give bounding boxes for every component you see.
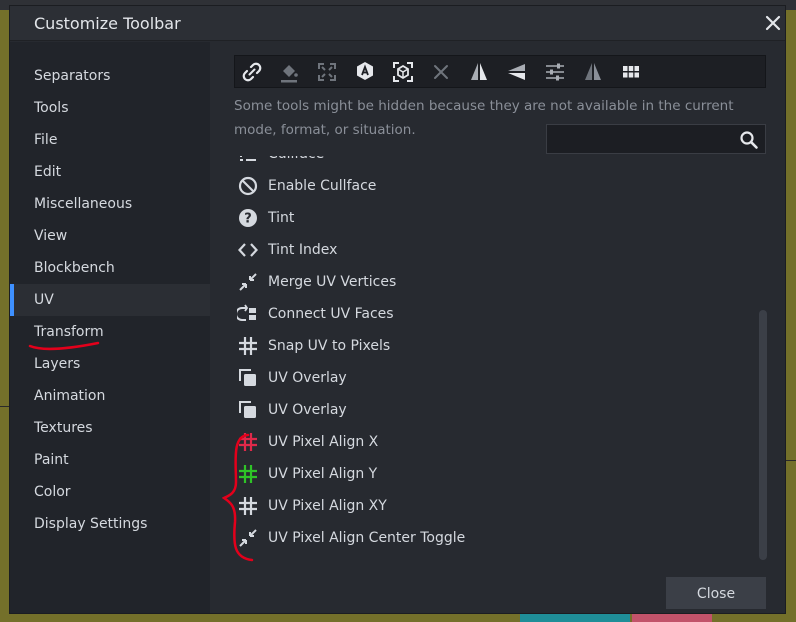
dialog-titlebar: Customize Toolbar	[10, 6, 785, 41]
list-item-tint-index[interactable]: Tint Index	[234, 234, 744, 266]
sidebar-item-animation[interactable]: Animation	[10, 380, 210, 412]
svg-text:?: ?	[244, 212, 252, 227]
triangle-mirror-icon[interactable]	[581, 60, 605, 84]
tool-list: Cullface Enable Cullface ? Tint Tint Ind…	[234, 156, 754, 570]
sidebar-item-color[interactable]: Color	[10, 476, 210, 508]
sidebar-item-blockbench[interactable]: Blockbench	[10, 252, 210, 284]
paint-bucket-icon[interactable]	[277, 60, 301, 84]
list-item-merge-uv-vertices[interactable]: Merge UV Vertices	[234, 266, 744, 298]
list-scrollbar[interactable]	[759, 310, 767, 560]
background-line	[786, 460, 796, 461]
list-item-connect-uv-faces[interactable]: Connect UV Faces	[234, 298, 744, 330]
list-item-tint[interactable]: ? Tint	[234, 202, 744, 234]
background-teal-block	[520, 612, 630, 622]
connect-icon	[237, 303, 259, 325]
cube-focus-icon[interactable]	[391, 60, 415, 84]
list-item-uv-overlay[interactable]: UV Overlay	[234, 394, 744, 426]
link-icon[interactable]	[240, 60, 264, 84]
category-sidebar: Separators Tools File Edit Miscellaneous…	[10, 42, 210, 613]
sidebar-item-display-settings[interactable]: Display Settings	[10, 508, 210, 540]
clear-icon[interactable]	[429, 60, 453, 84]
sliders-icon[interactable]	[543, 60, 567, 84]
grid-hash-green-icon	[237, 463, 259, 485]
grid-icon[interactable]	[619, 60, 643, 84]
auto-uv-icon[interactable]	[353, 60, 377, 84]
list-item-uv-pixel-align-y[interactable]: UV Pixel Align Y	[234, 458, 744, 490]
background-pink-block	[632, 612, 712, 622]
code-icon	[237, 239, 259, 261]
search-icon[interactable]	[739, 130, 759, 150]
block-icon	[237, 175, 259, 197]
sidebar-item-miscellaneous[interactable]: Miscellaneous	[10, 188, 210, 220]
close-button[interactable]: Close	[666, 577, 766, 609]
customize-toolbar-dialog: Customize Toolbar Separators Tools File …	[10, 6, 785, 613]
merge-icon	[237, 271, 259, 293]
sidebar-item-paint[interactable]: Paint	[10, 444, 210, 476]
background-line	[0, 406, 10, 407]
list-item-enable-cullface[interactable]: Enable Cullface	[234, 170, 744, 202]
sidebar-item-layers[interactable]: Layers	[10, 348, 210, 380]
cullface-icon	[237, 156, 259, 165]
overlay-icon	[237, 367, 259, 389]
main-panel: Some tools might be hidden because they …	[210, 42, 785, 613]
list-item-uv-pixel-align-center-toggle[interactable]: UV Pixel Align Center Toggle	[234, 522, 744, 554]
sidebar-item-edit[interactable]: Edit	[10, 156, 210, 188]
search-input[interactable]	[551, 128, 735, 152]
list-item-snap-uv-to-pixels[interactable]: Snap UV to Pixels	[234, 330, 744, 362]
list-item-uv-pixel-align-xy[interactable]: UV Pixel Align XY	[234, 490, 744, 522]
list-item-cullface[interactable]: Cullface	[234, 156, 744, 170]
overlay-icon	[237, 399, 259, 421]
help-icon: ?	[237, 207, 259, 229]
mirror-y-icon[interactable]	[505, 60, 529, 84]
sidebar-item-separators[interactable]: Separators	[10, 60, 210, 92]
dialog-title: Customize Toolbar	[34, 14, 181, 33]
grid-hash-icon	[237, 335, 259, 357]
sidebar-item-uv[interactable]: UV	[10, 284, 210, 316]
search-box	[546, 124, 766, 154]
grid-hash-icon	[237, 495, 259, 517]
merge-icon	[237, 527, 259, 549]
list-item-uv-overlay[interactable]: UV Overlay	[234, 362, 744, 394]
sidebar-item-file[interactable]: File	[10, 124, 210, 156]
sidebar-item-transform[interactable]: Transform	[10, 316, 210, 348]
list-item-uv-pixel-align-x[interactable]: UV Pixel Align X	[234, 426, 744, 458]
grid-hash-red-icon	[237, 431, 259, 453]
toolbar-preview	[234, 55, 766, 88]
sidebar-item-tools[interactable]: Tools	[10, 92, 210, 124]
mirror-x-icon[interactable]	[467, 60, 491, 84]
sidebar-item-textures[interactable]: Textures	[10, 412, 210, 444]
fullscreen-icon[interactable]	[315, 60, 339, 84]
close-icon[interactable]	[764, 14, 782, 32]
sidebar-item-view[interactable]: View	[10, 220, 210, 252]
